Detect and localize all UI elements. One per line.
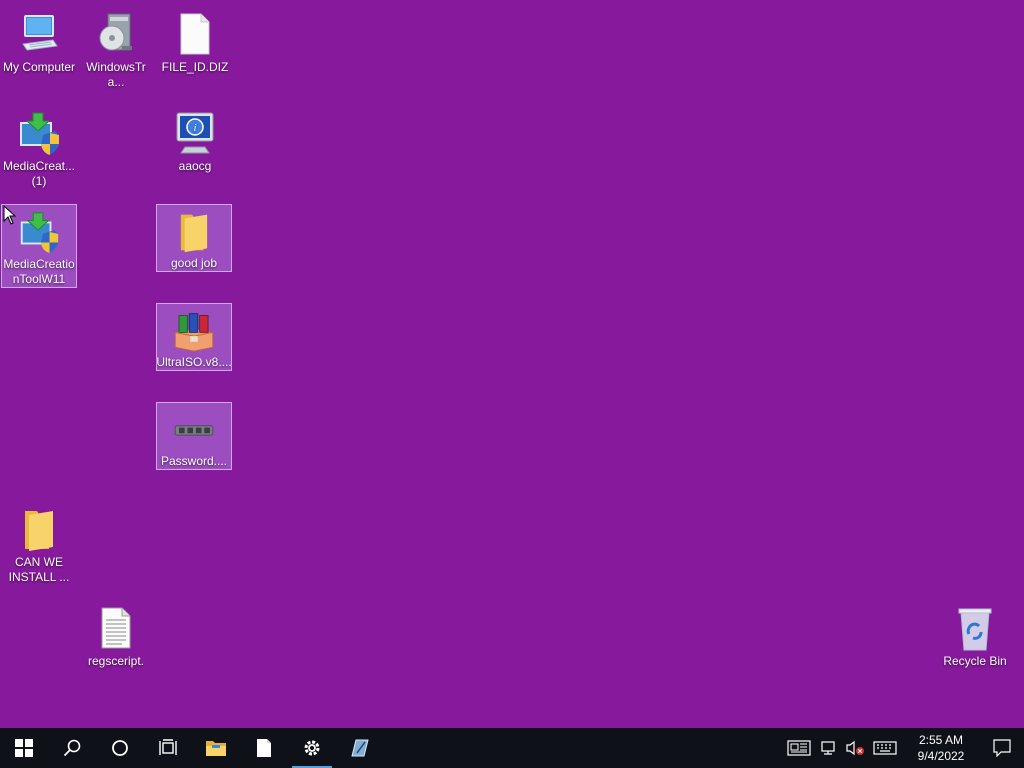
news-icon <box>787 740 811 756</box>
recycle-bin-icon <box>958 608 992 651</box>
notepad-button[interactable] <box>240 728 288 768</box>
svg-text:i: i <box>193 122 196 134</box>
system-tray: 2:55 AM 9/4/2022 <box>782 728 1024 768</box>
pen-app-icon <box>351 739 369 757</box>
cortana-button[interactable] <box>96 728 144 768</box>
desktop-icon-file-id-diz[interactable]: FILE_ID.DIZ <box>157 6 233 75</box>
desktop-icon-label: regsceript. <box>87 654 145 668</box>
media-creation-tool-icon <box>20 112 59 155</box>
notification-center-button[interactable] <box>980 728 1024 768</box>
password-tool-icon <box>174 425 214 436</box>
text-document-icon <box>101 607 131 649</box>
desktop-icon-label: Recycle Bin <box>943 654 1007 668</box>
winrar-archive-icon <box>174 313 214 352</box>
news-button[interactable] <box>782 728 816 768</box>
desktop-icon-recycle-bin[interactable]: Recycle Bin <box>937 600 1013 669</box>
touch-keyboard-button[interactable] <box>868 728 902 768</box>
desktop-icon-aaocg[interactable]: i aaocg <box>157 105 233 174</box>
network-button[interactable] <box>816 728 842 768</box>
desktop-icon-label: CAN WE INSTALL ... <box>8 555 70 584</box>
clock[interactable]: 2:55 AM 9/4/2022 <box>906 732 976 764</box>
settings-button[interactable] <box>288 728 336 768</box>
desktop[interactable]: My Computer WindowsTra... FILE_ID.DIZ Me… <box>0 0 1024 728</box>
desktop-icon-can-we-install[interactable]: CAN WE INSTALL ... <box>1 501 77 585</box>
start-button[interactable] <box>0 728 48 768</box>
desktop-icon-password[interactable]: Password.... <box>156 402 232 470</box>
desktop-icon-label: aaocg <box>178 159 212 173</box>
clock-time: 2:55 AM <box>918 733 964 747</box>
windows-installer-icon <box>99 13 132 51</box>
desktop-icon-label: UltraISO.v8.... <box>156 355 232 369</box>
search-icon <box>63 739 81 757</box>
mouse-cursor-icon <box>3 205 17 225</box>
task-view-button[interactable] <box>144 728 192 768</box>
desktop-icon-label: MediaCreatio nToolW11 <box>3 257 75 286</box>
desktop-icon-windows-installer[interactable]: WindowsTra... <box>78 6 154 90</box>
search-button[interactable] <box>48 728 96 768</box>
network-icon <box>821 741 835 755</box>
cortana-icon <box>112 740 128 756</box>
file-explorer-button[interactable] <box>192 728 240 768</box>
settings-icon <box>304 740 320 756</box>
desktop-icon-label: MediaCreat... (1) <box>2 159 76 188</box>
desktop-icon-label: WindowsTra... <box>86 60 146 89</box>
media-creation-tool-icon <box>20 212 59 254</box>
desktop-icon-label: Password.... <box>160 454 228 468</box>
desktop-icon-regsceript[interactable]: regsceript. <box>78 600 154 669</box>
pen-app-button[interactable] <box>336 728 384 768</box>
volume-muted-icon <box>846 740 864 756</box>
desktop-icon-ultraiso[interactable]: UltraISO.v8.... <box>156 303 232 371</box>
desktop-icon-media-creation-tool-1[interactable]: MediaCreat... (1) <box>1 105 77 189</box>
task-view-icon <box>159 739 177 755</box>
volume-button[interactable] <box>842 728 868 768</box>
folder-icon <box>180 214 208 253</box>
desktop-icon-label: good job <box>170 256 218 270</box>
desktop-icon-label: FILE_ID.DIZ <box>161 60 229 74</box>
folder-icon <box>25 511 53 551</box>
keyboard-icon <box>873 741 897 755</box>
desktop-icon-good-job[interactable]: good job <box>156 204 232 272</box>
taskbar: 2:55 AM 9/4/2022 <box>0 728 1024 768</box>
blank-file-icon <box>180 13 210 55</box>
my-computer-icon <box>22 15 58 51</box>
info-monitor-icon: i <box>176 112 214 154</box>
desktop-icon-my-computer[interactable]: My Computer <box>1 6 77 75</box>
notification-icon <box>993 739 1011 757</box>
file-explorer-icon <box>206 741 226 756</box>
start-icon <box>15 739 33 757</box>
notepad-icon <box>257 739 271 757</box>
desktop-icon-label: My Computer <box>2 60 76 74</box>
clock-date: 9/4/2022 <box>917 749 965 763</box>
